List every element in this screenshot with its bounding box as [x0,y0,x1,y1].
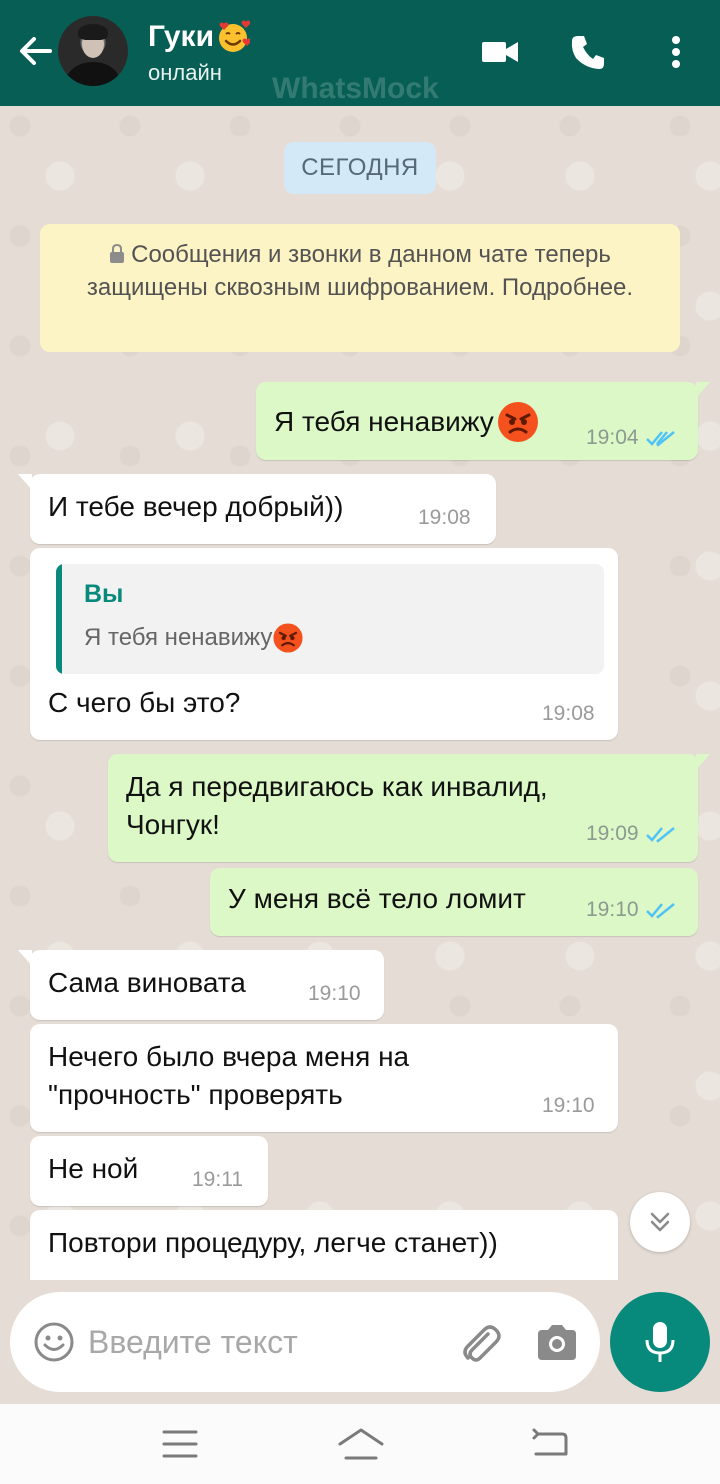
message-input[interactable] [88,1314,438,1370]
mic-button[interactable] [610,1292,710,1392]
contact-avatar[interactable] [58,16,128,86]
microphone-icon [645,1322,675,1362]
more-vert-icon[interactable] [654,30,698,74]
quoted-message[interactable]: Вы Я тебя ненавижу [56,564,604,674]
message-text-line-1: Нечего было вчера меня на [48,1041,410,1072]
message-text: Я тебя ненавижу [274,406,494,437]
back-arrow-icon[interactable] [14,30,56,72]
message-text-line-2: Чонгук! [126,809,220,840]
message-bubble-out[interactable]: Да я передвигаюсь как инвалид, Чонгук! 1… [108,754,710,862]
message-time: 19:11 [192,1168,243,1191]
lock-icon [110,244,125,263]
paperclip-icon[interactable] [456,1320,502,1366]
menu-icon[interactable] [158,1424,202,1464]
message-bubble-out[interactable]: У меня всё тело ломит 19:10 [210,868,698,936]
message-text: Не ной [48,1153,139,1184]
message-bubble-in[interactable]: Нечего было вчера меня на "прочность" пр… [30,1024,618,1132]
message-time: 19:08 [418,506,471,529]
chat-header: Гуки онлайн WhatsMock [0,0,720,106]
message-time: 19:04 [586,426,677,450]
message-text-line-2: "прочность" проверять [48,1079,343,1110]
message-text-line-1: Да я передвигаюсь как инвалид, [126,771,548,802]
message-text: И тебе вечер добрый)) [48,491,344,522]
message-text: С чего бы это? [48,687,241,718]
contact-status: онлайн [148,60,222,85]
smiling-face-with-hearts-icon [219,20,251,52]
back-icon[interactable] [528,1424,572,1464]
message-input-container [10,1292,600,1392]
message-bubble-out[interactable]: Я тебя ненавижу 19:04 [256,382,710,460]
angry-face-icon [497,402,538,442]
message-text: Сама виновата [48,967,246,998]
compose-bar [0,1280,720,1404]
read-receipt-icon [645,431,675,447]
read-receipt-icon [645,827,675,843]
watermark: WhatsMock [272,72,439,105]
chat-area[interactable]: СЕГОДНЯ Сообщения и звонки в данном чате… [0,106,720,1296]
message-text: Повтори процедуру, легче станет)) [48,1227,498,1258]
system-nav-bar [0,1404,720,1484]
phone-icon[interactable] [566,30,610,74]
message-text: У меня всё тело ломит [228,883,526,914]
angry-face-icon [273,623,303,653]
scroll-to-bottom-button[interactable] [630,1192,690,1252]
message-time: 19:10 [586,898,677,922]
message-time: 19:08 [542,702,595,725]
quote-text: Я тебя ненавижу [84,624,273,651]
emoji-icon[interactable] [32,1320,76,1364]
read-receipt-icon [645,903,675,919]
contact-name[interactable]: Гуки [148,20,251,54]
home-icon[interactable] [336,1424,386,1464]
message-bubble-in[interactable]: И тебе вечер добрый)) 19:08 [18,474,496,544]
video-call-icon[interactable] [478,30,522,74]
message-time: 19:10 [542,1094,595,1117]
contact-name-text: Гуки [148,20,215,53]
encryption-notice-text: Сообщения и звонки в данном чате теперь … [86,241,634,301]
message-bubble-in[interactable]: Не ной 19:11 [30,1136,268,1206]
encryption-notice[interactable]: Сообщения и звонки в данном чате теперь … [40,224,680,352]
message-bubble-in-reply[interactable]: Вы Я тебя ненавижу С чего бы это? 19:08 [30,548,618,740]
camera-icon[interactable] [534,1320,580,1366]
double-chevron-down-icon [650,1212,670,1232]
quote-author: Вы [84,580,124,608]
message-bubble-in[interactable]: Сама виновата 19:10 [18,950,384,1020]
date-chip: СЕГОДНЯ [284,142,436,194]
message-time: 19:09 [586,822,677,846]
message-time: 19:10 [308,982,361,1005]
